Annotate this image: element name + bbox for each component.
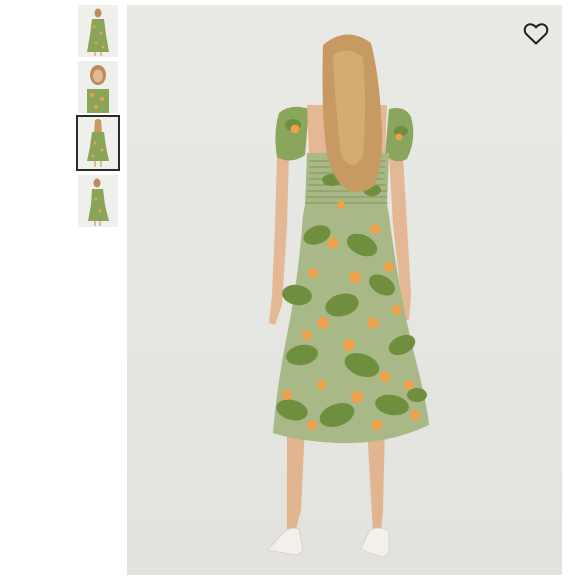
thumbnail-back[interactable]: [76, 115, 120, 171]
thumbnail-side-image: [78, 175, 118, 227]
dress-back-view-photo: [127, 5, 562, 575]
thumbnail-front-image: [78, 5, 118, 57]
thumbnail-front-closeup[interactable]: [78, 61, 118, 113]
thumbnail-front[interactable]: [78, 5, 118, 57]
thumbnail-front-closeup-image: [78, 61, 118, 113]
thumbnail-back-image: [78, 117, 118, 169]
heart-outline-icon: [523, 23, 549, 45]
main-product-image: [127, 5, 562, 575]
favorite-button[interactable]: [522, 21, 550, 47]
thumbnail-side[interactable]: [78, 175, 118, 227]
